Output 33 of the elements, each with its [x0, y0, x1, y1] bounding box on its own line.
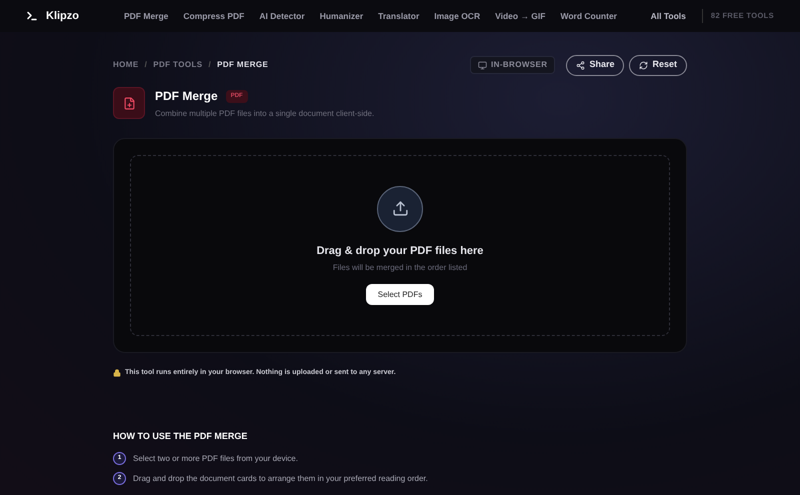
nav-link[interactable]: AI Detector [259, 10, 305, 22]
drop-title: Drag & drop your PDF files here [316, 244, 484, 259]
upload-icon [392, 200, 408, 218]
reset-button[interactable]: Reset [629, 54, 687, 76]
breadcrumb-link[interactable]: HOME [113, 59, 139, 71]
badge-label: IN-BROWSER [491, 59, 548, 71]
nav-link[interactable]: PDF Merge [124, 10, 168, 22]
tool-title: PDF Merge [155, 88, 218, 105]
nav-link[interactable]: Translator [378, 10, 420, 22]
how-to-heading: HOW TO USE THE PDF MERGE [113, 430, 248, 442]
logo[interactable]: Klipzo [46, 8, 79, 24]
breadcrumb-separator: / [208, 59, 212, 71]
breadcrumb-link[interactable]: PDF TOOLS [153, 59, 202, 71]
breadcrumb-separator: / [144, 59, 148, 71]
share-icon [576, 60, 586, 70]
step-text: Drag and drop the document cards to arrange them in your preferred reading order. [133, 472, 428, 484]
nav-link[interactable]: Compress PDF [183, 10, 244, 22]
breadcrumb-current: PDF MERGE [217, 59, 268, 71]
drop-zone[interactable]: Drag & drop your PDF files here Files will be merged in the order listed Select PDFs [130, 155, 670, 336]
all-tools-link[interactable]: All Tools [650, 10, 686, 22]
share-button[interactable]: Share [566, 54, 624, 76]
monitor-icon [478, 60, 488, 70]
nav-link[interactable]: Video → GIF [495, 10, 546, 22]
nav-link[interactable]: Image OCR [434, 10, 480, 22]
file-plus-icon [122, 96, 136, 110]
tool-description: Combine multiple PDF files into a single document client-side. [155, 108, 374, 120]
nav-link[interactable]: Humanizer [320, 10, 364, 22]
select-files-button[interactable]: Select PDFs [366, 284, 434, 306]
step-text: Select two or more PDF files from your device. [133, 452, 298, 464]
nav-link[interactable]: Word Counter [560, 10, 617, 22]
refresh-icon [639, 60, 648, 70]
drop-subtitle: Files will be merged in the order listed [332, 262, 468, 274]
terminal-icon [26, 10, 38, 22]
